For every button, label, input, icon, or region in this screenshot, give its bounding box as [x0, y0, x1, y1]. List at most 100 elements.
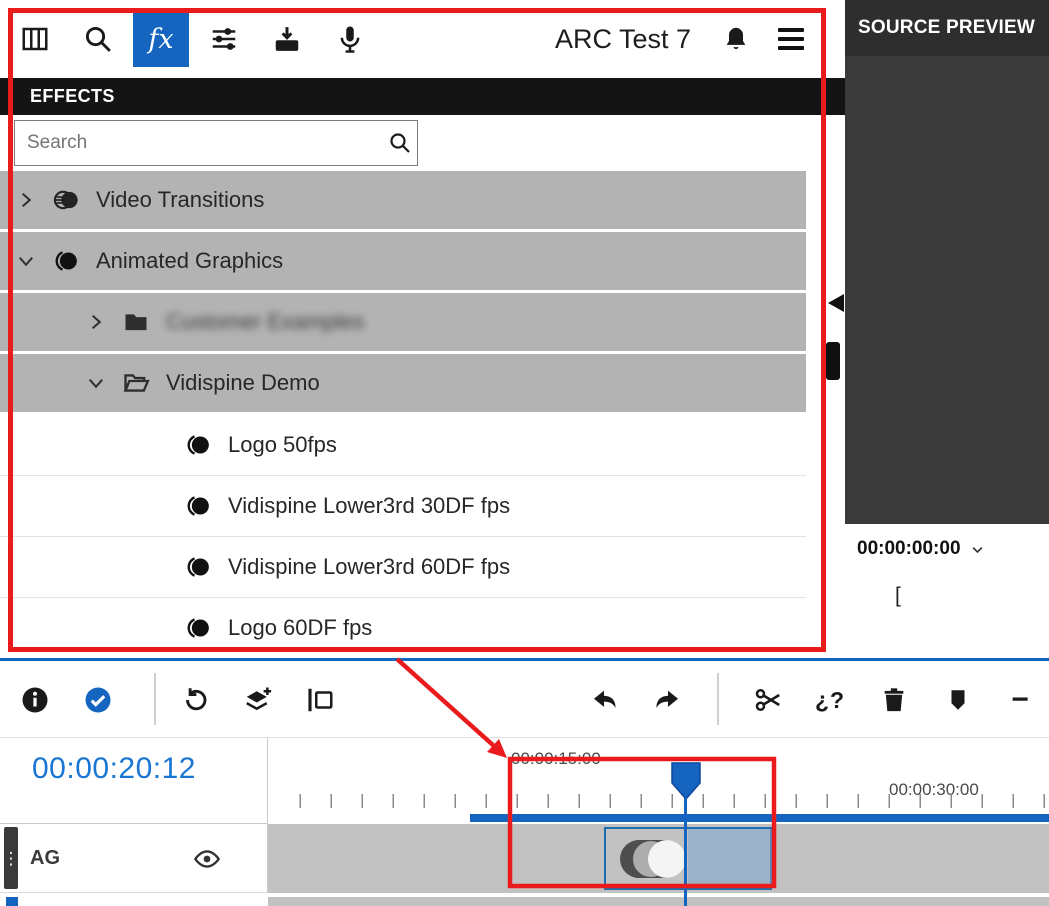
- playhead-line[interactable]: [684, 798, 687, 906]
- tree-item-logo-50fps[interactable]: Logo 50fps: [0, 415, 806, 476]
- fx-icon: fx: [148, 24, 173, 55]
- tree-item-label: Vidispine Demo: [166, 370, 320, 396]
- microphone-icon: [335, 24, 365, 54]
- tree-item-label: Vidispine Lower3rd 30DF fps: [228, 493, 510, 519]
- zoom-out-button[interactable]: −: [998, 678, 1042, 722]
- export-media-button[interactable]: [259, 11, 315, 67]
- panel-splitter-handle[interactable]: [826, 342, 840, 380]
- track-name: AG: [30, 824, 60, 893]
- info-button[interactable]: [13, 678, 57, 722]
- clip-toggle-graphic: [620, 840, 686, 878]
- effects-tool-button[interactable]: fx: [133, 11, 189, 67]
- eye-icon: [193, 845, 221, 873]
- tree-item-logo-60df[interactable]: Logo 60DF fps: [0, 598, 806, 658]
- add-marker-button[interactable]: [936, 678, 980, 722]
- layers-plus-icon: [243, 685, 273, 715]
- effects-search-input[interactable]: [15, 132, 383, 154]
- effect-icon: [184, 431, 222, 459]
- approve-button[interactable]: [76, 678, 120, 722]
- grip-dots-icon: ⋮: [3, 850, 20, 867]
- rotate-ccw-icon: [181, 685, 211, 715]
- undo-icon: [589, 685, 619, 715]
- top-toolbar: fx ARC Test 7: [0, 0, 845, 78]
- undo-button[interactable]: [582, 678, 626, 722]
- timeline-clip[interactable]: [604, 827, 772, 890]
- tree-item-customer-examples[interactable]: Customer Examples: [0, 293, 806, 351]
- match-frame-button[interactable]: [298, 678, 342, 722]
- timeline-section: ¿? − 00:00:20:12 00:00:15:00 00:00:30:00…: [0, 658, 1049, 906]
- ruler-ticks: [270, 794, 1049, 808]
- search-icon[interactable]: [383, 131, 417, 155]
- check-circle-icon: [83, 685, 113, 715]
- tree-item-label: Animated Graphics: [96, 248, 283, 274]
- info-icon: [20, 685, 50, 715]
- effect-icon: [184, 614, 222, 642]
- folder-open-icon: [122, 369, 160, 397]
- replace-query-button[interactable]: ¿?: [808, 678, 852, 722]
- reset-button[interactable]: [174, 678, 218, 722]
- app-title: ARC Test 7: [555, 24, 691, 55]
- track-visibility-toggle[interactable]: [188, 840, 226, 878]
- collapse-left-icon: [828, 294, 844, 312]
- source-preview-timecode-row[interactable]: 00:00:00:00: [845, 524, 1049, 560]
- ruler-label: 00:00:15:00: [511, 749, 601, 769]
- insert-clip-icon: [305, 685, 335, 715]
- redo-icon: [653, 685, 683, 715]
- tree-item-lower3rd-30df[interactable]: Vidispine Lower3rd 30DF fps: [0, 476, 806, 537]
- search-tool-button[interactable]: [70, 11, 126, 67]
- export-media-icon: [272, 24, 302, 54]
- toolbar-divider: [154, 673, 156, 725]
- tree-item-animated-graphics[interactable]: Animated Graphics: [0, 232, 806, 290]
- effects-search-box: [14, 120, 418, 166]
- scissors-icon: [753, 685, 783, 715]
- tree-item-label: Customer Examples: [166, 309, 364, 335]
- tree-item-label: Video Transitions: [96, 187, 264, 213]
- question-icon: ¿?: [815, 687, 845, 714]
- chevron-down-icon: [86, 373, 122, 393]
- tree-item-vidispine-demo[interactable]: Vidispine Demo: [0, 354, 806, 412]
- tree-item-label: Logo 60DF fps: [228, 615, 372, 641]
- tree-item-lower3rd-60df[interactable]: Vidispine Lower3rd 60DF fps: [0, 537, 806, 598]
- source-preview-panel: SOURCE PREVIEW 00:00:00:00 [: [845, 0, 1049, 658]
- effect-icon: [184, 492, 222, 520]
- bell-icon: [722, 25, 750, 53]
- panels-icon: [20, 24, 50, 54]
- timeline-range-bar[interactable]: [470, 814, 1049, 822]
- current-timecode: 00:00:20:12: [0, 738, 196, 786]
- cut-button[interactable]: [746, 678, 790, 722]
- track-drag-handle[interactable]: ⋮: [4, 827, 18, 889]
- add-layer-button[interactable]: [236, 678, 280, 722]
- settings-sliders-button[interactable]: [196, 11, 252, 67]
- redo-button[interactable]: [646, 678, 690, 722]
- timeline-ruler[interactable]: 00:00:15:00 00:00:30:00: [268, 738, 1049, 824]
- effect-icon: [184, 553, 222, 581]
- delete-button[interactable]: [872, 678, 916, 722]
- chevron-right-icon: [86, 312, 122, 332]
- next-track-handle-partial: [6, 897, 18, 906]
- trash-icon: [880, 686, 908, 714]
- hamburger-icon: [778, 28, 804, 50]
- toolbar-divider: [717, 673, 719, 725]
- source-preview-title: SOURCE PREVIEW: [845, 0, 1049, 56]
- effects-panel: fx ARC Test 7 EFFECTS: [0, 0, 845, 658]
- video-transitions-icon: [52, 186, 90, 214]
- effects-tree: Video Transitions Animated Graphics Cu: [0, 171, 806, 658]
- voice-over-button[interactable]: [322, 11, 378, 67]
- animated-graphics-icon: [52, 247, 90, 275]
- source-preview-timecode: 00:00:00:00: [857, 538, 961, 560]
- timeline-toolbar: ¿? −: [0, 661, 1049, 738]
- app-root: fx ARC Test 7 EFFECTS: [0, 0, 1049, 906]
- track-header-ag: ⋮ AG: [0, 824, 268, 893]
- menu-button[interactable]: [767, 11, 815, 67]
- search-icon: [83, 24, 113, 54]
- mark-in-bracket: [: [845, 584, 1049, 608]
- folder-icon: [122, 308, 160, 336]
- panels-button[interactable]: [7, 11, 63, 67]
- effects-search-row: [0, 115, 845, 171]
- tree-item-video-transitions[interactable]: Video Transitions: [0, 171, 806, 229]
- panel-collapse-button[interactable]: [828, 294, 844, 315]
- chevron-down-icon: [970, 542, 985, 557]
- timeline-timecode-cell: 00:00:20:12: [0, 738, 268, 824]
- effects-panel-header: EFFECTS: [0, 78, 845, 115]
- notifications-button[interactable]: [712, 11, 760, 67]
